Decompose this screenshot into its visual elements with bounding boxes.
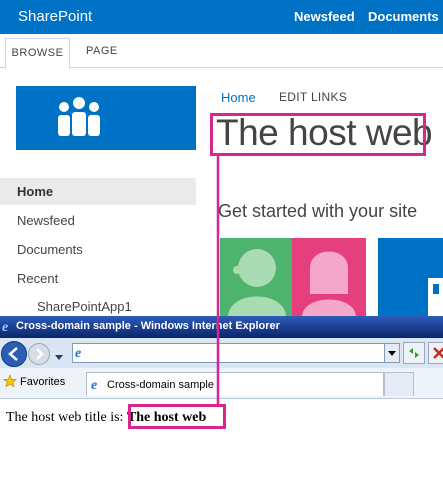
suite-link-newsfeed[interactable]: Newsfeed (294, 9, 355, 24)
tab-browse[interactable]: BROWSE (5, 38, 70, 69)
title-highlight-box (210, 113, 426, 156)
working-on-deadline-tile[interactable] (292, 238, 366, 316)
value-highlight-box (128, 404, 226, 429)
person-silhouette-icon (228, 249, 286, 316)
refresh-icon (409, 348, 419, 358)
svg-text:e: e (75, 346, 81, 359)
quick-launch-documents[interactable]: Documents (17, 242, 83, 257)
top-link-home[interactable]: Home (221, 90, 256, 105)
edit-links-button[interactable]: EDIT LINKS (279, 90, 347, 104)
stop-button[interactable] (428, 342, 443, 364)
browser-tab-label: Cross-domain sample (107, 379, 214, 391)
suite-link-documents[interactable]: Documents (368, 9, 439, 24)
host-title-label: The host web title is: (6, 410, 127, 425)
refresh-button[interactable] (403, 342, 425, 364)
close-icon (433, 347, 443, 359)
chevron-down-icon (55, 355, 63, 360)
forward-button[interactable] (28, 343, 50, 365)
quick-launch-newsfeed[interactable]: Newsfeed (17, 213, 75, 228)
chevron-down-icon (388, 351, 396, 356)
site-logo[interactable] (16, 86, 196, 150)
quick-launch-home[interactable]: Home (17, 184, 53, 199)
sharepoint-brand[interactable]: SharePoint (18, 8, 92, 25)
svg-text:e: e (2, 320, 8, 334)
favorites-star-icon[interactable] (3, 374, 17, 388)
ie-window-title: Cross-domain sample - Windows Internet E… (16, 320, 280, 332)
back-button[interactable] (1, 341, 27, 367)
tab-ie-icon: e (90, 377, 104, 393)
address-bar[interactable] (72, 343, 386, 363)
person-silhouette-icon (302, 251, 356, 316)
quick-launch-sharepointapp1[interactable]: SharePointApp1 (37, 299, 132, 314)
document-icon (428, 278, 443, 316)
page-ie-icon: e (74, 345, 88, 361)
tab-page[interactable]: PAGE (86, 45, 118, 57)
arrow-right-icon (36, 348, 44, 360)
get-started-heading: Get started with your site (218, 201, 418, 221)
people-icon (58, 97, 100, 136)
add-lists-tile[interactable] (378, 238, 443, 316)
share-site-tile[interactable] (220, 238, 292, 316)
favorites-button[interactable]: Favorites (20, 376, 65, 388)
quick-launch-recent[interactable]: Recent (17, 271, 58, 286)
address-dropdown-button[interactable] (384, 343, 400, 363)
ie-logo-icon: e (2, 319, 15, 335)
recent-pages-dropdown[interactable] (54, 349, 64, 360)
svg-text:e: e (91, 378, 97, 391)
arrow-left-icon (8, 347, 18, 361)
new-tab-button[interactable] (384, 372, 414, 396)
